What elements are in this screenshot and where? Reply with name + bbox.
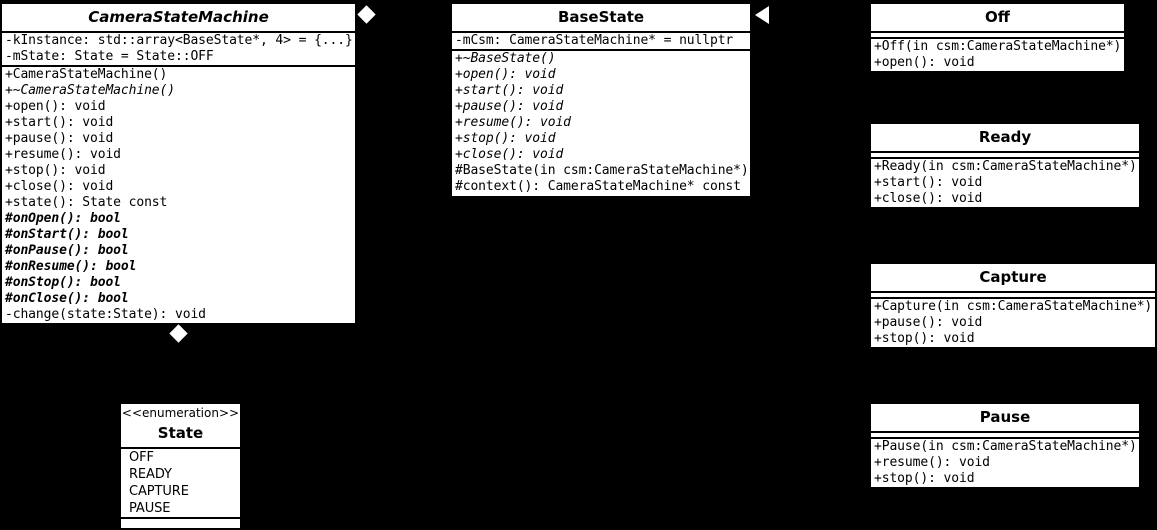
- operation-row: +stop(): void: [874, 471, 975, 486]
- operations-capture: +Capture(in csm:CameraStateMachine*) +pa…: [871, 297, 1155, 347]
- enum-literal-row: CAPTURE: [129, 484, 189, 499]
- class-header-camera-state-machine: CameraStateMachine: [2, 4, 355, 31]
- operation-row: +stop(): void: [874, 331, 975, 346]
- operation-row: +open(): void: [455, 67, 556, 82]
- enum-literal-row: OFF: [129, 450, 154, 465]
- attributes-camera-state-machine: -kInstance: std::array<BaseState*, 4> = …: [2, 31, 355, 65]
- attribute-row: -mCsm: CameraStateMachine* = nullptr: [455, 33, 734, 48]
- operation-row: +stop(): void: [5, 163, 106, 178]
- class-title-off: Off: [985, 8, 1010, 26]
- operations-camera-state-machine: +CameraStateMachine() +~CameraStateMachi…: [2, 65, 355, 323]
- operation-row: +Pause(in csm:CameraStateMachine*): [874, 439, 1137, 454]
- operation-row: #onOpen(): bool: [5, 211, 121, 226]
- operation-row: +pause(): void: [874, 315, 983, 330]
- operation-row: +~BaseState(): [455, 51, 556, 66]
- stereotype-label: <<enumeration>>: [121, 406, 240, 420]
- operation-row: +stop(): void: [455, 131, 556, 146]
- class-title-ready: Ready: [978, 128, 1032, 146]
- operation-row: #onPause(): bool: [5, 243, 129, 258]
- operation-row: +close(): void: [5, 179, 114, 194]
- operation-row: #onStart(): bool: [5, 227, 129, 242]
- operation-row: +close(): void: [455, 147, 564, 162]
- operation-row: +pause(): void: [5, 131, 114, 146]
- enum-literal-row: READY: [129, 467, 172, 482]
- class-base-state[interactable]: BaseState -mCsm: CameraStateMachine* = n…: [450, 2, 752, 198]
- operation-row: #onStop(): bool: [5, 275, 121, 290]
- operation-row: #context(): CameraStateMachine* const: [455, 179, 741, 194]
- class-header-capture: Capture: [871, 264, 1155, 291]
- operation-row: #onResume(): bool: [5, 259, 137, 274]
- class-title-capture: Capture: [979, 268, 1047, 286]
- class-capture[interactable]: Capture +Capture(in csm:CameraStateMachi…: [869, 262, 1157, 348]
- operation-row: +~CameraStateMachine(): [5, 83, 175, 98]
- operation-row: +resume(): void: [5, 147, 121, 162]
- literals-state-enumeration: OFF READY CAPTURE PAUSE: [121, 447, 240, 517]
- operation-row: #BaseState(in csm:CameraStateMachine*): [455, 163, 749, 178]
- operation-row: #onClose(): bool: [5, 291, 129, 306]
- operation-row: +pause(): void: [455, 99, 564, 114]
- operation-row: +Ready(in csm:CameraStateMachine*): [874, 159, 1137, 174]
- class-camera-state-machine[interactable]: CameraStateMachine -kInstance: std::arra…: [0, 2, 357, 323]
- operation-row: +open(): void: [5, 99, 106, 114]
- class-header-pause: Pause: [871, 404, 1139, 431]
- operation-row: +resume(): void: [874, 455, 990, 470]
- class-title-camera-state-machine: CameraStateMachine: [88, 8, 269, 26]
- operation-row: +resume(): void: [455, 115, 571, 130]
- operations-ready: +Ready(in csm:CameraStateMachine*) +star…: [871, 157, 1139, 207]
- generalization-triangle-icon: [755, 6, 769, 24]
- operation-row: -change(state:State): void: [5, 307, 206, 322]
- class-header-base-state: BaseState: [452, 4, 750, 31]
- class-pause[interactable]: Pause +Pause(in csm:CameraStateMachine*)…: [869, 402, 1141, 488]
- class-ready[interactable]: Ready +Ready(in csm:CameraStateMachine*)…: [869, 122, 1141, 208]
- attribute-row: -kInstance: std::array<BaseState*, 4> = …: [5, 33, 353, 48]
- composition-diamond-icon: [169, 324, 188, 343]
- class-off[interactable]: Off +Off(in csm:CameraStateMachine*) +op…: [869, 2, 1126, 72]
- operations-state-enumeration: [121, 517, 240, 523]
- class-header-ready: Ready: [871, 124, 1139, 151]
- operations-off: +Off(in csm:CameraStateMachine*) +open()…: [871, 37, 1124, 71]
- class-state-enumeration[interactable]: <<enumeration>> State OFF READY CAPTURE …: [119, 402, 242, 530]
- class-title-state-enumeration: State: [157, 424, 204, 442]
- attribute-row: -mState: State = State::OFF: [5, 49, 214, 64]
- enum-literal-row: PAUSE: [129, 501, 171, 516]
- class-header-state-enumeration: <<enumeration>> State: [121, 404, 240, 447]
- attributes-base-state: -mCsm: CameraStateMachine* = nullptr: [452, 31, 750, 49]
- operation-row: +Off(in csm:CameraStateMachine*): [874, 39, 1122, 54]
- operation-row: +start(): void: [874, 175, 983, 190]
- operation-row: +start(): void: [455, 83, 564, 98]
- operation-row: +close(): void: [874, 191, 983, 206]
- operations-pause: +Pause(in csm:CameraStateMachine*) +resu…: [871, 437, 1139, 487]
- operations-base-state: +~BaseState() +open(): void +start(): vo…: [452, 49, 750, 195]
- aggregation-diamond-icon: [357, 5, 376, 24]
- operation-row: +Capture(in csm:CameraStateMachine*): [874, 299, 1153, 314]
- operation-row: +open(): void: [874, 55, 975, 70]
- class-header-off: Off: [871, 4, 1124, 31]
- operation-row: +start(): void: [5, 115, 114, 130]
- class-title-pause: Pause: [979, 408, 1031, 426]
- operation-row: +state(): State const: [5, 195, 168, 210]
- class-title-base-state: BaseState: [557, 8, 645, 26]
- operation-row: +CameraStateMachine(): [5, 67, 168, 82]
